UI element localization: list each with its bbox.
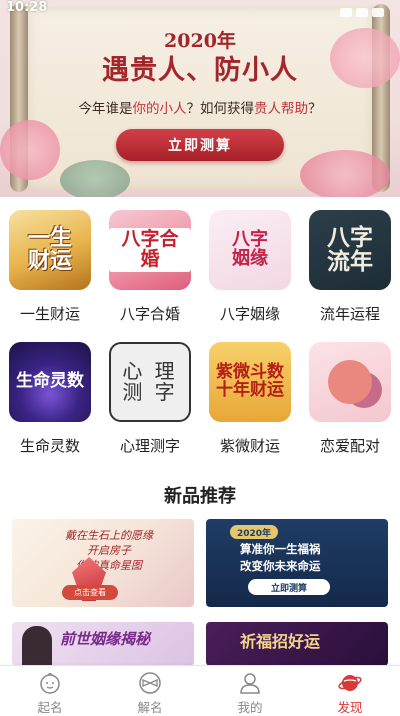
bazi-marriage-icon: 八字合婚 [109, 210, 191, 290]
card-text: 祈福招好运 [240, 632, 321, 651]
banner-question: 今年谁是你的小人？如何获得贵人帮助？ [0, 97, 400, 117]
fortune-life-icon: 一生 财运 [9, 210, 91, 290]
bazi-romance-icon: 八字 姻缘 [209, 210, 291, 290]
new-product-card[interactable]: 祈福招好运 [206, 622, 388, 666]
grid-item-label: 心理测字 [119, 437, 180, 455]
baby-face-icon [40, 672, 60, 694]
status-time: 10:28 [6, 0, 48, 15]
grid-item-label: 紫微财运 [219, 437, 280, 455]
bottom-tab-bar: 起名 解名 我的 发现 [0, 665, 400, 716]
new-product-card[interactable]: 2020年 算准你一生福祸 改变你未来命运 立即测算 [206, 519, 388, 607]
tab-name-analysis[interactable]: 解名 [100, 666, 200, 716]
card-calc-button[interactable]: 立即测算 [248, 579, 330, 595]
grid-item-yearly-luck[interactable]: 八字 流年 流年运程 [300, 204, 400, 328]
card-view-button[interactable]: 点击查看 [62, 585, 118, 600]
grid-item-ziwei-wealth[interactable]: 紫微斗数 十年财运 紫微财运 [200, 336, 300, 460]
tile-text: 八字 姻缘 [232, 229, 268, 269]
tab-label: 发现 [337, 700, 363, 715]
signal-icon [356, 8, 368, 17]
app-screen: 10:28 2020年 遇贵人、防小人 今年谁是你的小人？如何获得贵人帮助？ 立… [0, 0, 400, 716]
grid-item-life-number[interactable]: 生命灵数 生命灵数 [0, 336, 100, 460]
question-highlight: 你的小人 [132, 101, 187, 117]
tab-discover[interactable]: 发现 [300, 666, 400, 716]
grid-item-label: 流年运程 [319, 305, 380, 323]
grid-item-psych-character[interactable]: 心 理 测 字 心理测字 [100, 336, 200, 460]
couple-illustration [328, 360, 372, 404]
question-text: 今年谁是 [78, 101, 133, 117]
yearly-luck-icon: 八字 流年 [309, 210, 391, 290]
status-icons [336, 2, 392, 17]
grid-item-label: 恋爱配对 [319, 437, 380, 455]
question-text: ？ [308, 101, 322, 117]
new-product-card[interactable]: 戴在生石上的愿缘 开启房子 你的真命星图 点击查看 [12, 519, 194, 607]
status-bar: 10:28 [0, 0, 400, 17]
banner-calc-button[interactable]: 立即测算 [116, 129, 284, 161]
life-number-icon: 生命灵数 [9, 342, 91, 422]
grid-item-bazi-romance[interactable]: 八字 姻缘 八字姻缘 [200, 204, 300, 328]
grid-item-love-match[interactable]: 恋爱配对 [300, 336, 400, 460]
person-icon [240, 673, 260, 694]
tile-text: 一生 财运 [27, 224, 72, 274]
grid-item-fortune-life[interactable]: 一生 财运 一生财运 [0, 204, 100, 328]
card-text: 戴在生石上的愿缘 开启房子 你的真命星图 [65, 529, 153, 572]
ziwei-wealth-icon: 紫微斗数 十年财运 [209, 342, 291, 422]
grid-item-label: 生命灵数 [19, 437, 80, 455]
card-text: 算准你一生福祸 改变你未来命运 [240, 542, 321, 573]
tile-text: 生命灵数 [16, 371, 84, 392]
tab-label: 我的 [237, 700, 263, 715]
banner-pager [0, 186, 400, 197]
tab-mine[interactable]: 我的 [200, 666, 300, 716]
bowtie-icon [139, 672, 161, 694]
section-title-new-products: 新品推荐 [164, 486, 236, 507]
grid-item-bazi-marriage[interactable]: 八字合婚 八字合婚 [100, 204, 200, 328]
lotus-decoration [0, 120, 60, 180]
question-highlight: 贵人帮助 [254, 101, 308, 117]
tab-label: 解名 [137, 700, 163, 715]
banner-title: 遇贵人、防小人 [102, 55, 298, 86]
tile-text: 心 理 测 字 [122, 359, 178, 404]
card-text: 前世姻缘揭秘 [60, 630, 151, 648]
card-year-badge: 2020年 [230, 525, 278, 539]
character-illustration [22, 626, 52, 666]
grid-item-label: 一生财运 [19, 305, 80, 323]
wifi-icon [340, 8, 352, 17]
tile-text: 八字 流年 [327, 223, 373, 275]
battery-icon [372, 8, 384, 17]
tab-naming[interactable]: 起名 [0, 666, 100, 716]
grid-item-label: 八字姻缘 [219, 305, 280, 323]
tile-text: 紫微斗数 十年财运 [216, 362, 284, 400]
promo-banner[interactable]: 10:28 2020年 遇贵人、防小人 今年谁是你的小人？如何获得贵人帮助？ 立… [0, 0, 400, 197]
grid-item-label: 八字合婚 [119, 305, 180, 323]
question-text: ？如何获得 [186, 101, 255, 117]
new-product-card[interactable]: 前世姻缘揭秘 [12, 622, 194, 666]
planet-icon [338, 675, 362, 691]
tile-text: 八字合婚 [109, 228, 191, 272]
love-match-icon [309, 342, 391, 422]
tab-label: 起名 [37, 700, 63, 715]
psych-character-icon: 心 理 测 字 [109, 342, 191, 422]
